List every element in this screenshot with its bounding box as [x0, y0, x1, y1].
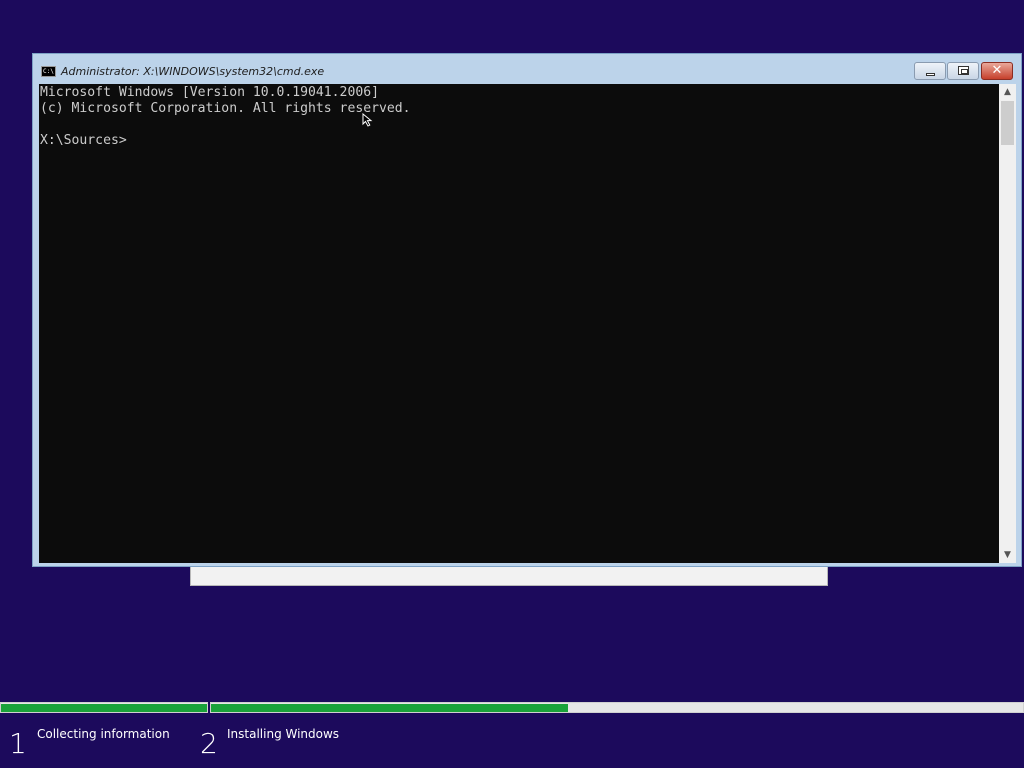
scroll-up-icon[interactable]: ▲	[999, 84, 1016, 100]
step-label: Installing Windows	[227, 727, 340, 741]
setup-progress	[0, 702, 1024, 713]
scroll-down-icon[interactable]: ▼	[999, 547, 1016, 563]
close-icon: ✕	[991, 63, 1003, 78]
vertical-scrollbar[interactable]: ▲ ▼	[999, 84, 1016, 563]
close-button[interactable]: ✕	[981, 62, 1013, 80]
step-number: 1	[9, 727, 27, 760]
minimize-icon	[926, 73, 935, 76]
window-title: Administrator: X:\WINDOWS\system32\cmd.e…	[61, 65, 325, 78]
progress-step-1	[0, 702, 208, 713]
title-bar[interactable]: C:\ Administrator: X:\WINDOWS\system32\c…	[33, 54, 1021, 84]
console-line: (c) Microsoft Corporation. All rights re…	[40, 101, 411, 116]
mouse-pointer-icon	[362, 113, 373, 127]
cmd-window[interactable]: C:\ Administrator: X:\WINDOWS\system32\c…	[32, 53, 1022, 567]
step-number: 2	[200, 727, 218, 760]
command-prompt[interactable]: X:\Sources>	[40, 133, 127, 149]
maximize-button[interactable]	[947, 62, 979, 80]
progress-fill-step-1	[1, 704, 207, 712]
console-output[interactable]: Microsoft Windows [Version 10.0.19041.20…	[39, 84, 999, 563]
scroll-thumb[interactable]	[1001, 101, 1014, 145]
progress-step-2	[210, 702, 1024, 713]
restore-icon	[958, 66, 969, 75]
progress-fill-step-2	[211, 704, 569, 712]
step-label: Collecting information	[37, 727, 170, 741]
minimize-button[interactable]	[914, 62, 946, 80]
cmd-icon: C:\	[41, 66, 56, 77]
console-line: Microsoft Windows [Version 10.0.19041.20…	[40, 85, 379, 100]
